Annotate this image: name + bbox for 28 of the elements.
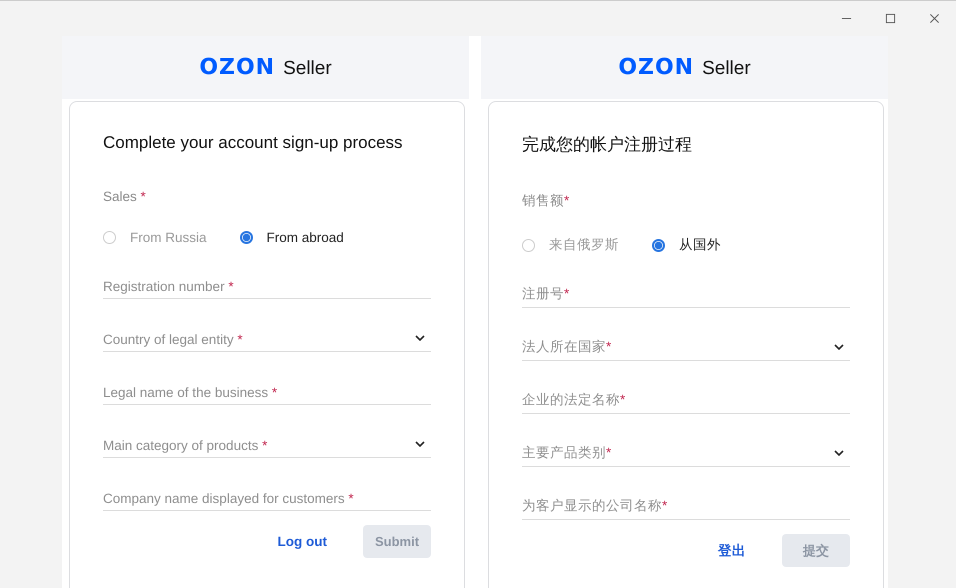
brand-logo: OZON	[618, 55, 694, 80]
input-field[interactable]: 企业的法定名称*	[522, 378, 850, 414]
close-icon[interactable]	[929, 13, 940, 24]
form-title: Complete your account sign-up process	[103, 133, 404, 153]
chevron-down-icon	[415, 335, 425, 341]
maximize-icon[interactable]	[885, 13, 896, 24]
product-name: Seller	[283, 58, 332, 80]
input-field[interactable]: 为客户显示的公司名称*	[522, 484, 850, 520]
chevron-down-icon	[415, 441, 425, 447]
input-field[interactable]: Company name displayed for customers *	[103, 475, 431, 511]
product-name: Seller	[702, 58, 751, 80]
input-field[interactable]: Registration number *	[103, 263, 431, 299]
chevron-down-icon	[834, 344, 844, 350]
select-field[interactable]: Country of legal entity *	[103, 316, 431, 352]
radio-option[interactable]: 从国外	[652, 236, 721, 254]
input-field[interactable]: Legal name of the business *	[103, 369, 431, 405]
radio-option[interactable]: From abroad	[240, 230, 344, 245]
input-field[interactable]: 注册号*	[522, 272, 850, 308]
chevron-down-icon	[834, 450, 844, 456]
select-field[interactable]: 主要产品类别*	[522, 431, 850, 467]
logout-link[interactable]: Log out	[278, 534, 327, 549]
form-title: 完成您的帐户注册过程	[522, 134, 693, 156]
select-field[interactable]: Main category of products *	[103, 422, 431, 458]
field-label: Sales *	[103, 189, 147, 204]
logout-link[interactable]: 登出	[718, 542, 746, 560]
brand-logo: OZON	[199, 55, 276, 80]
field-label: 销售额*	[522, 192, 570, 210]
select-field[interactable]: 法人所在国家*	[522, 325, 850, 361]
